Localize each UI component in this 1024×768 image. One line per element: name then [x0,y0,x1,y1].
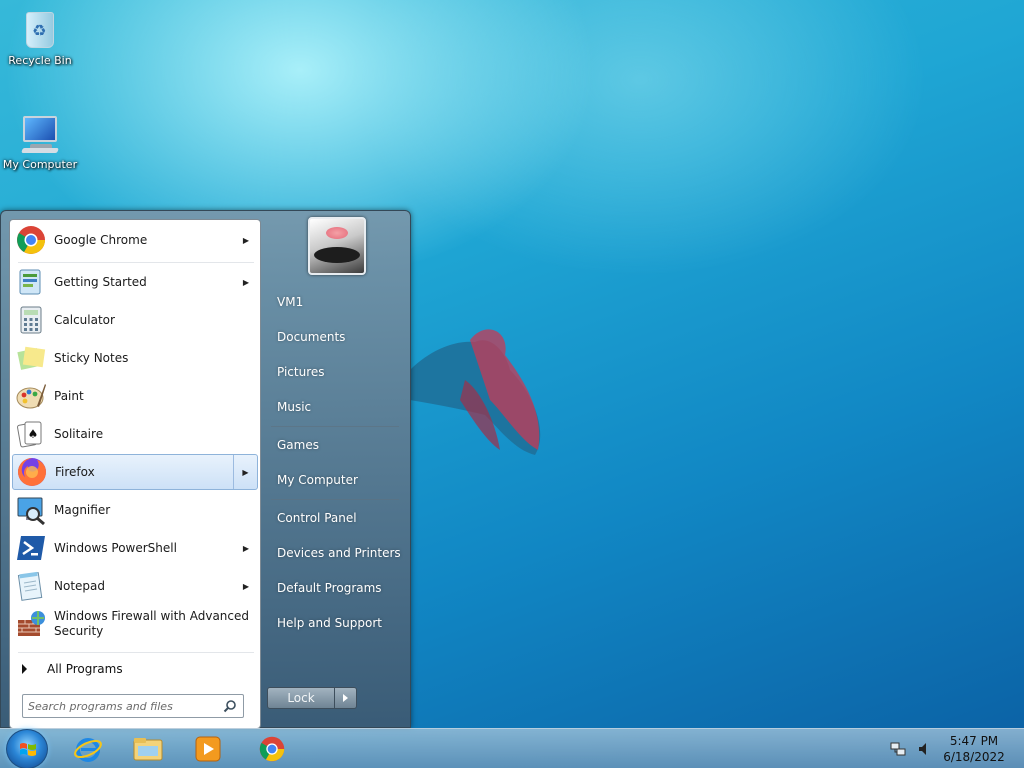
firewall-icon [15,608,47,640]
network-icon[interactable] [890,741,906,757]
right-item-label: Music [277,400,312,414]
program-windows-powershell[interactable]: Windows PowerShell ▶ [12,530,258,566]
right-item-label: My Computer [277,473,358,487]
program-label: Firefox [55,464,95,479]
program-calculator[interactable]: Calculator [12,302,258,338]
right-item-label: Default Programs [277,581,382,595]
right-item-label: Documents [277,330,346,344]
start-menu: Google Chrome ▶ Getting Started ▶ Calcul… [0,210,411,729]
search-icon[interactable] [223,699,237,713]
program-solitaire[interactable]: ♠ Solitaire [12,416,258,452]
calculator-icon [15,304,47,336]
solitaire-icon: ♠ [15,418,47,450]
chrome-icon [15,224,47,256]
program-google-chrome[interactable]: Google Chrome ▶ [12,222,258,258]
right-item-vm1[interactable]: VM1 [267,287,401,317]
all-programs-button[interactable]: All Programs [18,658,254,680]
right-item-label: Games [277,438,319,452]
sticky-notes-icon [15,342,47,374]
taskbar-clock[interactable]: 5:47 PM 6/18/2022 [936,733,1012,765]
search-input[interactable] [28,696,218,716]
program-notepad[interactable]: Notepad ▶ [12,568,258,604]
program-label: Getting Started [54,274,147,289]
submenu-arrow-icon[interactable]: ▶ [234,264,258,300]
program-label: Solitaire [54,426,104,441]
right-item-label: Control Panel [277,511,357,525]
submenu-arrow-icon[interactable]: ▶ [234,530,258,566]
separator [18,652,254,653]
right-item-music[interactable]: Music [267,392,401,422]
file-explorer-icon [133,738,163,761]
right-item-pictures[interactable]: Pictures [267,357,401,387]
right-item-games[interactable]: Games [267,430,401,460]
getting-started-icon [15,266,47,298]
program-label: Sticky Notes [54,350,129,365]
program-label: Windows Firewall with Advanced Security [54,609,249,638]
arrow-right-icon [343,694,348,702]
programs-pane: Google Chrome ▶ Getting Started ▶ Calcul… [9,219,261,729]
right-item-label: VM1 [277,295,304,309]
shutdown-options-button[interactable] [335,687,357,709]
taskbar-file-explorer[interactable] [120,731,176,767]
program-label: Notepad [54,578,105,593]
right-item-documents[interactable]: Documents [267,322,401,352]
lock-label: Lock [287,691,315,705]
taskbar-internet-explorer[interactable] [60,731,116,767]
submenu-arrow-icon[interactable]: ▶ [234,568,258,604]
program-label: Paint [54,388,84,403]
search-box[interactable] [22,694,244,718]
right-item-help-and-support[interactable]: Help and Support [267,608,401,638]
submenu-arrow-icon[interactable]: ▶ [234,222,258,258]
separator [18,262,254,263]
program-label: Windows PowerShell [54,540,177,555]
wallpaper-fish [410,329,541,455]
program-label: Calculator [54,312,115,327]
magnifier-icon [15,494,47,526]
notepad-icon [15,570,47,602]
recycle-bin-icon [20,8,60,52]
chrome-icon [259,736,285,762]
desktop-icon-label: My Computer [2,158,78,171]
right-item-my-computer[interactable]: My Computer [267,465,401,495]
clock-time: 5:47 PM [949,734,999,748]
user-avatar[interactable] [308,217,366,275]
powershell-icon [15,532,47,564]
program-label: Google Chrome [54,232,148,247]
program-paint[interactable]: Paint [12,378,258,414]
program-getting-started[interactable]: Getting Started ▶ [12,264,258,300]
program-magnifier[interactable]: Magnifier [12,492,258,528]
program-firefox[interactable]: Firefox ▶ [12,454,258,490]
computer-icon [20,112,60,156]
right-item-label: Devices and Printers [277,546,401,560]
desktop-icon-my-computer[interactable]: My Computer [0,112,80,171]
lock-button[interactable]: Lock [267,687,335,709]
all-programs-label: All Programs [47,662,123,676]
program-label: Magnifier [54,502,111,517]
internet-explorer-icon [74,738,102,762]
volume-icon[interactable] [916,741,932,757]
separator [271,499,399,500]
taskbar-media-player[interactable] [180,731,236,767]
submenu-arrow-icon[interactable]: ▶ [233,455,257,489]
program-sticky-notes[interactable]: Sticky Notes [12,340,258,376]
expand-arrow-icon [22,664,27,674]
right-item-label: Help and Support [277,616,382,630]
desktop-icon-recycle-bin[interactable]: Recycle Bin [0,8,80,67]
firefox-icon [16,456,48,488]
media-player-icon [195,736,221,762]
clock-date: 6/18/2022 [943,750,1005,764]
paint-icon [15,380,47,412]
windows-logo-icon [20,743,36,756]
right-item-control-panel[interactable]: Control Panel [267,503,401,533]
right-item-default-programs[interactable]: Default Programs [267,573,401,603]
taskbar-google-chrome[interactable] [244,731,300,767]
right-item-devices-and-printers[interactable]: Devices and Printers [267,538,401,568]
separator [271,426,399,427]
desktop-icon-label: Recycle Bin [8,54,72,67]
taskbar: 5:47 PM 6/18/2022 [0,728,1024,768]
right-item-label: Pictures [277,365,325,379]
program-windows-firewall[interactable]: Windows Firewall with Advanced Security [12,606,258,642]
svg-text:♠: ♠ [28,427,39,441]
start-button[interactable] [6,729,48,768]
